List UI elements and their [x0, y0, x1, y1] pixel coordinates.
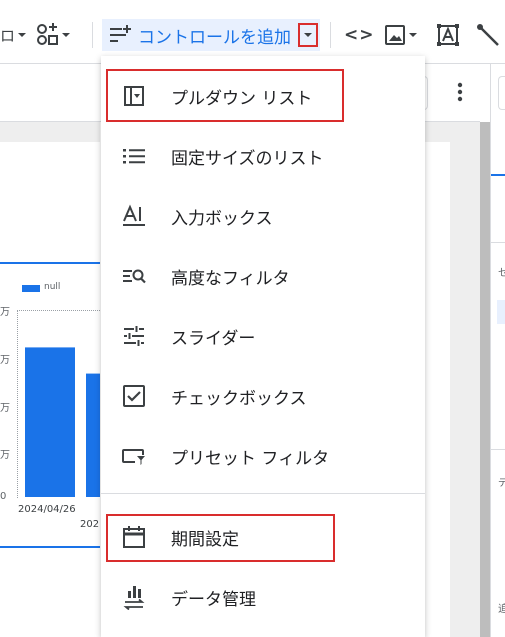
menu-item-label: 高度なフィルタ	[171, 268, 290, 289]
menu-item-fixed-size-list[interactable]: 固定サイズのリスト	[101, 126, 425, 186]
menu-item-checkbox[interactable]: チェックボックス	[101, 366, 425, 426]
menu-item-label: 固定サイズのリスト	[171, 148, 324, 169]
y-tick-label: 万	[0, 450, 10, 461]
menu-item-label: 入力ボックス	[171, 208, 273, 229]
image-icon	[385, 25, 405, 45]
caret-down-icon	[18, 33, 27, 37]
partial-toolbar-button[interactable]: ロ	[0, 20, 27, 50]
x-tick-label: 202	[80, 519, 100, 530]
toolbar-divider	[330, 22, 331, 48]
toolbar-divider	[92, 22, 93, 48]
input-box-icon	[121, 203, 147, 229]
caret-down-icon	[62, 33, 70, 37]
menu-divider	[101, 493, 425, 494]
bar-chart	[25, 347, 100, 497]
menu-item-label: チェックボックス	[171, 388, 307, 409]
more-vert-icon	[457, 82, 463, 102]
panel-text-fragment: セ	[498, 268, 505, 279]
text-box-icon	[437, 24, 459, 46]
data-control-icon	[121, 584, 147, 610]
add-chart-button[interactable]	[35, 20, 71, 50]
x-tick-label: 2024/04/26	[18, 504, 76, 515]
menu-item-preset-filter[interactable]: プリセット フィルタ	[101, 426, 425, 486]
highlight-box-dropdown-list	[106, 69, 344, 122]
preset-filter-icon	[121, 443, 147, 469]
insert-line-button[interactable]	[476, 20, 500, 50]
menu-item-input-box[interactable]: 入力ボックス	[101, 186, 425, 246]
insert-image-button[interactable]	[384, 20, 418, 50]
menu-item-label: スライダー	[171, 328, 256, 349]
menu-item-slider[interactable]: スライダー	[101, 306, 425, 366]
menu-item-label: データ管理	[171, 589, 256, 610]
embed-code-button[interactable]: <>	[344, 20, 375, 50]
y-tick-label: 万	[0, 307, 10, 318]
main-toolbar: ロ コントロールを追加 <>	[0, 0, 505, 64]
caret-down-icon	[409, 33, 417, 37]
code-icon: <>	[344, 25, 375, 45]
add-control-icon	[110, 25, 131, 42]
properties-panel: セ デ 追	[490, 64, 505, 637]
add-control-label: コントロールを追加	[138, 27, 291, 48]
menu-item-label: プリセット フィルタ	[171, 448, 330, 469]
panel-text-fragment: 追	[498, 604, 505, 615]
highlight-box-date-range	[106, 514, 335, 562]
bar-0	[25, 347, 75, 497]
panel-text-fragment: デ	[498, 478, 505, 489]
advanced-filter-icon	[121, 263, 147, 289]
add-control-dropdown-arrow[interactable]	[298, 23, 318, 47]
menu-item-data-control[interactable]: データ管理	[101, 567, 425, 627]
checkbox-icon	[121, 383, 147, 409]
vertical-scrollbar[interactable]	[480, 122, 490, 637]
bar-1	[86, 373, 100, 497]
list-icon	[121, 143, 147, 169]
insert-text-button[interactable]	[436, 20, 460, 50]
y-tick-label: 万	[0, 403, 10, 414]
menu-item-advanced-filter[interactable]: 高度なフィルタ	[101, 246, 425, 306]
add-shapes-icon	[37, 23, 58, 45]
more-options-button[interactable]	[452, 80, 468, 104]
slider-icon	[121, 323, 147, 349]
y-tick-label: 万	[0, 355, 10, 366]
y-tick-label: 0	[0, 491, 7, 502]
toolbar-button-label: ロ	[0, 26, 16, 45]
line-icon	[477, 24, 499, 46]
add-control-button[interactable]: コントロールを追加	[102, 19, 320, 51]
selector-edge	[498, 76, 505, 110]
caret-down-icon	[304, 33, 312, 37]
